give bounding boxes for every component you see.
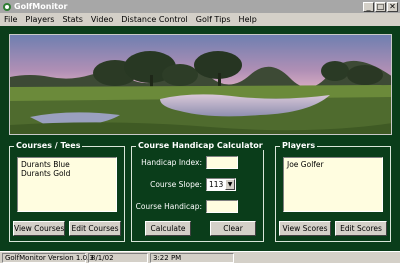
maximize-button[interactable]: □ bbox=[375, 1, 386, 12]
menu-stats[interactable]: Stats bbox=[58, 15, 86, 24]
players-list[interactable]: Joe Golfer bbox=[283, 157, 383, 212]
minimize-button[interactable]: _ bbox=[363, 1, 374, 12]
menu-bar: File Players Stats Video Distance Contro… bbox=[0, 13, 400, 26]
window-title: GolfMonitor bbox=[14, 2, 68, 11]
courses-group-title: Courses / Tees bbox=[14, 141, 83, 150]
handicap-index-input[interactable] bbox=[206, 156, 238, 169]
menu-file[interactable]: File bbox=[0, 15, 21, 24]
course-handicap-output bbox=[206, 200, 238, 213]
course-handicap-label: Course Handicap: bbox=[135, 202, 202, 211]
calculate-button[interactable]: Calculate bbox=[145, 221, 191, 236]
edit-courses-button[interactable]: Edit Courses bbox=[69, 221, 121, 236]
close-button[interactable]: ✕ bbox=[387, 1, 398, 12]
status-time: 3:22 PM bbox=[150, 253, 234, 263]
handicap-index-label: Handicap Index: bbox=[141, 158, 202, 167]
list-item[interactable]: Joe Golfer bbox=[287, 160, 379, 169]
calculator-group-title: Course Handicap Calculator bbox=[136, 141, 265, 150]
chevron-down-icon[interactable]: ▼ bbox=[225, 179, 235, 190]
status-date: 8/1/02 bbox=[88, 253, 148, 263]
edit-scores-button[interactable]: Edit Scores bbox=[335, 221, 387, 236]
main-content: Courses / Tees Durants Blue Durants Gold… bbox=[0, 26, 400, 251]
view-courses-button[interactable]: View Courses bbox=[13, 221, 65, 236]
menu-distance-control[interactable]: Distance Control bbox=[117, 15, 191, 24]
players-group-title: Players bbox=[280, 141, 318, 150]
course-slope-value: 113 bbox=[209, 180, 224, 189]
status-bar: GolfMonitor Version 1.0.3 8/1/02 3:22 PM bbox=[0, 251, 400, 263]
view-scores-button[interactable]: View Scores bbox=[279, 221, 331, 236]
golf-course-banner-image bbox=[9, 34, 392, 135]
clear-button[interactable]: Clear bbox=[210, 221, 256, 236]
calculator-group: Course Handicap Calculator Handicap Inde… bbox=[131, 141, 265, 242]
course-slope-select[interactable]: 113 ▼ bbox=[206, 178, 236, 191]
status-version: GolfMonitor Version 1.0.3 bbox=[2, 253, 94, 263]
courses-list[interactable]: Durants Blue Durants Gold bbox=[17, 157, 117, 212]
players-group: Players Joe Golfer View Scores Edit Scor… bbox=[275, 141, 391, 242]
menu-video[interactable]: Video bbox=[87, 15, 117, 24]
list-item[interactable]: Durants Gold bbox=[21, 169, 113, 178]
menu-golf-tips[interactable]: Golf Tips bbox=[192, 15, 235, 24]
title-bar: GolfMonitor _ □ ✕ bbox=[0, 0, 400, 13]
list-item[interactable]: Durants Blue bbox=[21, 160, 113, 169]
menu-players[interactable]: Players bbox=[21, 15, 58, 24]
menu-help[interactable]: Help bbox=[235, 15, 261, 24]
app-icon bbox=[3, 2, 11, 11]
course-slope-label: Course Slope: bbox=[150, 180, 202, 189]
courses-group: Courses / Tees Durants Blue Durants Gold… bbox=[9, 141, 125, 242]
